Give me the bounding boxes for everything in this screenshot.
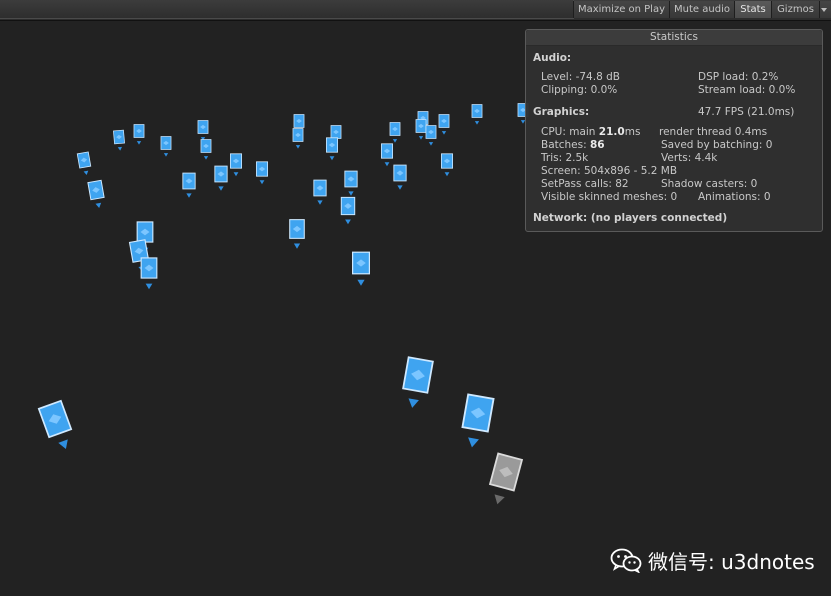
blue-card-sprite [140, 257, 158, 290]
blue-card-sprite [113, 129, 125, 151]
blue-card-sprite [402, 356, 434, 408]
tris: Tris: 2.5k [541, 152, 589, 164]
chevron-down-icon [821, 8, 827, 12]
blue-card-sprite [440, 153, 454, 177]
blue-card-sprite [415, 119, 427, 140]
blue-card-sprite [380, 143, 394, 167]
audio-clipping: Clipping: 0.0% [541, 84, 618, 96]
blue-card-sprite [200, 139, 212, 160]
dsp-load: DSP load: 0.2% [698, 71, 779, 83]
statistics-panel: Statistics Audio: Level: -74.8 dB DSP lo… [525, 29, 823, 232]
wechat-icon [610, 548, 642, 573]
audio-level: Level: -74.8 dB [541, 71, 620, 83]
mute-audio-button[interactable]: Mute audio [669, 1, 734, 18]
blue-card-sprite [393, 164, 407, 190]
cpu-prefix: CPU: main [541, 126, 599, 138]
shadow-casters: Shadow casters: 0 [661, 178, 758, 190]
blue-card-sprite [214, 165, 228, 191]
screen-info: Screen: 504x896 - 5.2 MB [541, 165, 678, 177]
blue-card-sprite [351, 251, 371, 286]
animations: Animations: 0 [698, 191, 771, 203]
blue-card-sprite [160, 136, 172, 157]
blue-card-sprite [438, 114, 450, 135]
blue-card-sprite [182, 172, 196, 198]
batches: Batches: 86 [541, 139, 605, 151]
toolbar-empty-area [0, 0, 574, 19]
blue-card-sprite [87, 179, 105, 208]
gray-card-sprite [488, 452, 524, 505]
blue-card-sprite [292, 128, 304, 149]
verts: Verts: 4.4k [661, 152, 718, 164]
blue-card-sprite [340, 196, 356, 225]
gizmos-button[interactable]: Gizmos [771, 1, 819, 18]
blue-card-sprite [197, 120, 209, 141]
cpu-main: CPU: main 21.0ms [541, 126, 640, 138]
visible-skinned-meshes: Visible skinned meshes: 0 [541, 191, 678, 203]
blue-card-sprite [313, 179, 327, 205]
game-view-toolbar: Maximize on Play Mute audio Stats Gizmos [0, 0, 831, 21]
wechat-watermark: 微信号: u3dnotes [610, 545, 815, 575]
network-status: Network: (no players connected) [533, 212, 728, 224]
maximize-on-play-button[interactable]: Maximize on Play [573, 1, 669, 18]
blue-card-sprite [344, 170, 358, 196]
cpu-suffix: ms [624, 126, 641, 138]
stats-button[interactable]: Stats [734, 1, 771, 18]
blue-card-sprite [37, 399, 73, 449]
batches-prefix: Batches: [541, 139, 590, 151]
setpass-calls: SetPass calls: 82 [541, 178, 629, 190]
stream-load: Stream load: 0.0% [698, 84, 796, 96]
watermark-text: 微信号: u3dnotes [648, 549, 815, 574]
blue-card-sprite [289, 219, 305, 249]
cpu-main-value: 21.0 [598, 126, 625, 138]
audio-header: Audio: [533, 52, 572, 64]
statistics-title: Statistics [526, 30, 822, 46]
blue-card-sprite [325, 137, 339, 161]
blue-card-sprite [471, 104, 483, 125]
gizmos-dropdown-button[interactable] [819, 1, 831, 18]
blue-card-sprite [461, 393, 495, 448]
fps-readout: 47.7 FPS (21.0ms) [698, 106, 795, 118]
blue-card-sprite [229, 153, 243, 177]
blue-card-sprite [76, 151, 92, 175]
render-thread: render thread 0.4ms [659, 126, 768, 138]
blue-card-sprite [389, 122, 401, 143]
blue-card-sprite [425, 125, 437, 146]
blue-card-sprite [133, 124, 145, 145]
saved-by-batching: Saved by batching: 0 [661, 139, 773, 151]
graphics-header: Graphics: [533, 106, 590, 118]
batches-value: 86 [590, 139, 605, 151]
blue-card-sprite [255, 161, 269, 185]
